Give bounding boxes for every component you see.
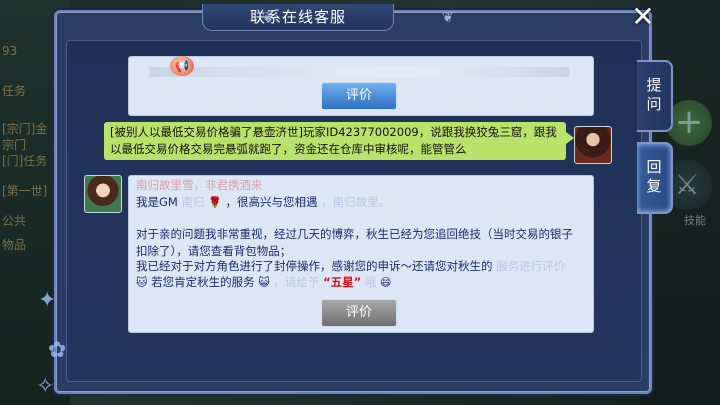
five-star-text: “五星”	[323, 275, 362, 289]
gm-line-intro: 我是GM 南归 🌹 ，很高兴与您相遇 ，南归故里。	[136, 194, 390, 210]
gm-line-action: 我已经对于对方角色进行了封停操作，感谢您的申诉～还请您对秋生的 服务进行评价	[136, 258, 565, 274]
close-button[interactable]: ✕	[630, 3, 656, 31]
cat-face-icon: 🐱	[136, 276, 148, 289]
bg-text-world: [第一世]	[2, 184, 48, 198]
gm-greeting-faint: ，南归故里。	[321, 195, 391, 209]
bg-skill-label: 技能	[684, 214, 706, 227]
gm-rating-text: 若您肯定秋生的服务	[151, 275, 255, 289]
cute-face-icon: 😺	[258, 276, 270, 289]
rate-button-gm-reply[interactable]: 评价	[321, 299, 397, 327]
gm-rating-faint: ，请给予	[273, 275, 320, 289]
bg-text-sect-task: [门]任务	[2, 154, 48, 168]
bg-text-sect2: 宗门	[2, 138, 27, 152]
gm-signature: 南归故里雪，非君携酒来	[136, 178, 263, 192]
player-avatar	[574, 126, 612, 164]
player-message-bubble: [被别人以最低交易价格骗了悬壶济世]玩家ID42377002009，说跟我换狡兔…	[104, 122, 574, 160]
tab-reply[interactable]: 回复	[637, 142, 673, 214]
bg-text-sect: [宗门]金	[2, 122, 48, 136]
butterfly-ornament-icon: ✦ ✿ ✧	[36, 288, 67, 399]
gm-greeting-text: ，很高兴与您相遇	[225, 195, 318, 209]
bg-text-level: 93	[2, 44, 18, 58]
title-ornament-right-icon: ❦	[442, 10, 454, 26]
gm-line-resolution: 对于亲的问题我非常重视，经过几天的博弈，秋生已经为您追回绝技（当时交易的银子扣除…	[136, 227, 573, 258]
gm-rating-end-faint: 哦	[364, 275, 377, 289]
card-strip	[149, 67, 569, 77]
gm-line-rating: 🐱 若您肯定秋生的服务 😺 ，请给予 “五星” 哦 😄	[136, 274, 391, 290]
bg-text-task: 任务	[2, 84, 27, 98]
title-ornament-left-icon: ❦	[262, 10, 274, 26]
bg-text-items: 物品	[2, 238, 27, 252]
gm-intro-text: 我是GM	[136, 195, 178, 209]
gm-action-text: 我已经对于对方角色进行了封停操作，感谢您的申诉～还请您对秋生的	[136, 259, 493, 273]
gm-avatar	[84, 175, 122, 213]
rose-icon: 🌹	[208, 196, 222, 209]
speaker-icon: 📢	[170, 56, 194, 76]
bg-text-public: 公共	[2, 214, 27, 228]
dialog-title: 联系在线客服	[202, 4, 394, 31]
smiley-icon: 😄	[380, 276, 392, 289]
tab-ask[interactable]: 提问	[637, 60, 673, 132]
gm-action-faint: 服务进行评价	[496, 259, 566, 273]
rate-button-previous[interactable]: 评价	[321, 82, 397, 110]
gm-name-faint: 南归	[181, 195, 205, 209]
